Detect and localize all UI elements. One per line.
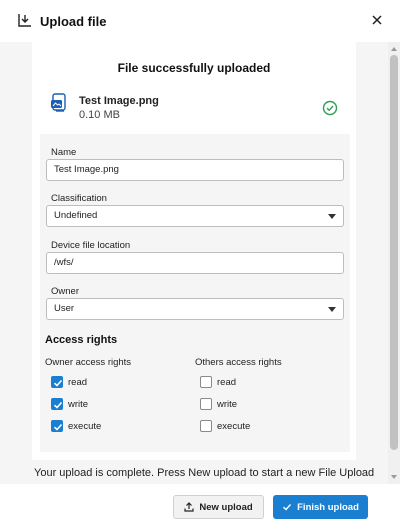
upload-complete-message: Your upload is complete. Press New uploa…	[34, 467, 375, 479]
upload-file-icon	[18, 14, 31, 27]
others-write-label: write	[217, 399, 238, 410]
device-file-location-label: Device file location	[51, 240, 131, 251]
others-execute-checkbox[interactable]	[200, 420, 212, 432]
scroll-up-arrow-icon[interactable]	[391, 47, 397, 51]
owner-value: User	[54, 303, 75, 314]
owner-execute-checkbox[interactable]	[51, 420, 63, 432]
others-read-label: read	[217, 377, 237, 388]
classification-value: Undefined	[54, 210, 98, 221]
success-title: File successfully uploaded	[117, 61, 271, 75]
check-circle-icon	[322, 100, 338, 116]
dialog-title: Upload file	[40, 14, 107, 29]
classification-select[interactable]: Undefined	[46, 205, 344, 227]
finish-upload-button[interactable]: Finish upload	[273, 495, 368, 519]
owner-write-checkbox[interactable]	[51, 398, 63, 410]
new-upload-button[interactable]: New upload	[173, 495, 264, 519]
upload-file-dialog: Upload file File successfully uploaded T…	[0, 0, 400, 529]
scrollbar-thumb[interactable]	[390, 55, 398, 450]
dialog-header: Upload file	[0, 0, 400, 42]
name-field[interactable]: Test Image.png	[46, 159, 344, 181]
others-access-rights-title: Others access rights	[195, 357, 282, 368]
owner-read-label: read	[68, 377, 88, 388]
classification-label: Classification	[51, 193, 107, 204]
device-file-location-field[interactable]: /wfs/	[46, 252, 344, 274]
file-name: Test Image.png	[79, 95, 159, 107]
chevron-down-icon	[328, 214, 336, 219]
access-rights-title: Access rights	[45, 334, 118, 346]
owner-read-checkbox[interactable]	[51, 376, 63, 388]
owner-execute-label: execute	[68, 421, 102, 432]
name-label: Name	[51, 147, 77, 158]
others-execute-label: execute	[217, 421, 251, 432]
scroll-down-arrow-icon[interactable]	[391, 475, 397, 479]
others-read-checkbox[interactable]	[200, 376, 212, 388]
chevron-down-icon	[328, 307, 336, 312]
owner-access-rights-title: Owner access rights	[45, 357, 132, 368]
upload-icon	[184, 502, 194, 512]
image-file-icon	[51, 93, 66, 112]
check-icon	[283, 504, 292, 511]
owner-select[interactable]: User	[46, 298, 344, 320]
close-icon[interactable]	[369, 12, 385, 28]
owner-label: Owner	[51, 286, 79, 297]
file-size: 0.10 MB	[79, 109, 120, 121]
others-write-checkbox[interactable]	[200, 398, 212, 410]
new-upload-label: New upload	[199, 501, 253, 513]
finish-upload-label: Finish upload	[297, 501, 359, 513]
owner-write-label: write	[68, 399, 89, 410]
